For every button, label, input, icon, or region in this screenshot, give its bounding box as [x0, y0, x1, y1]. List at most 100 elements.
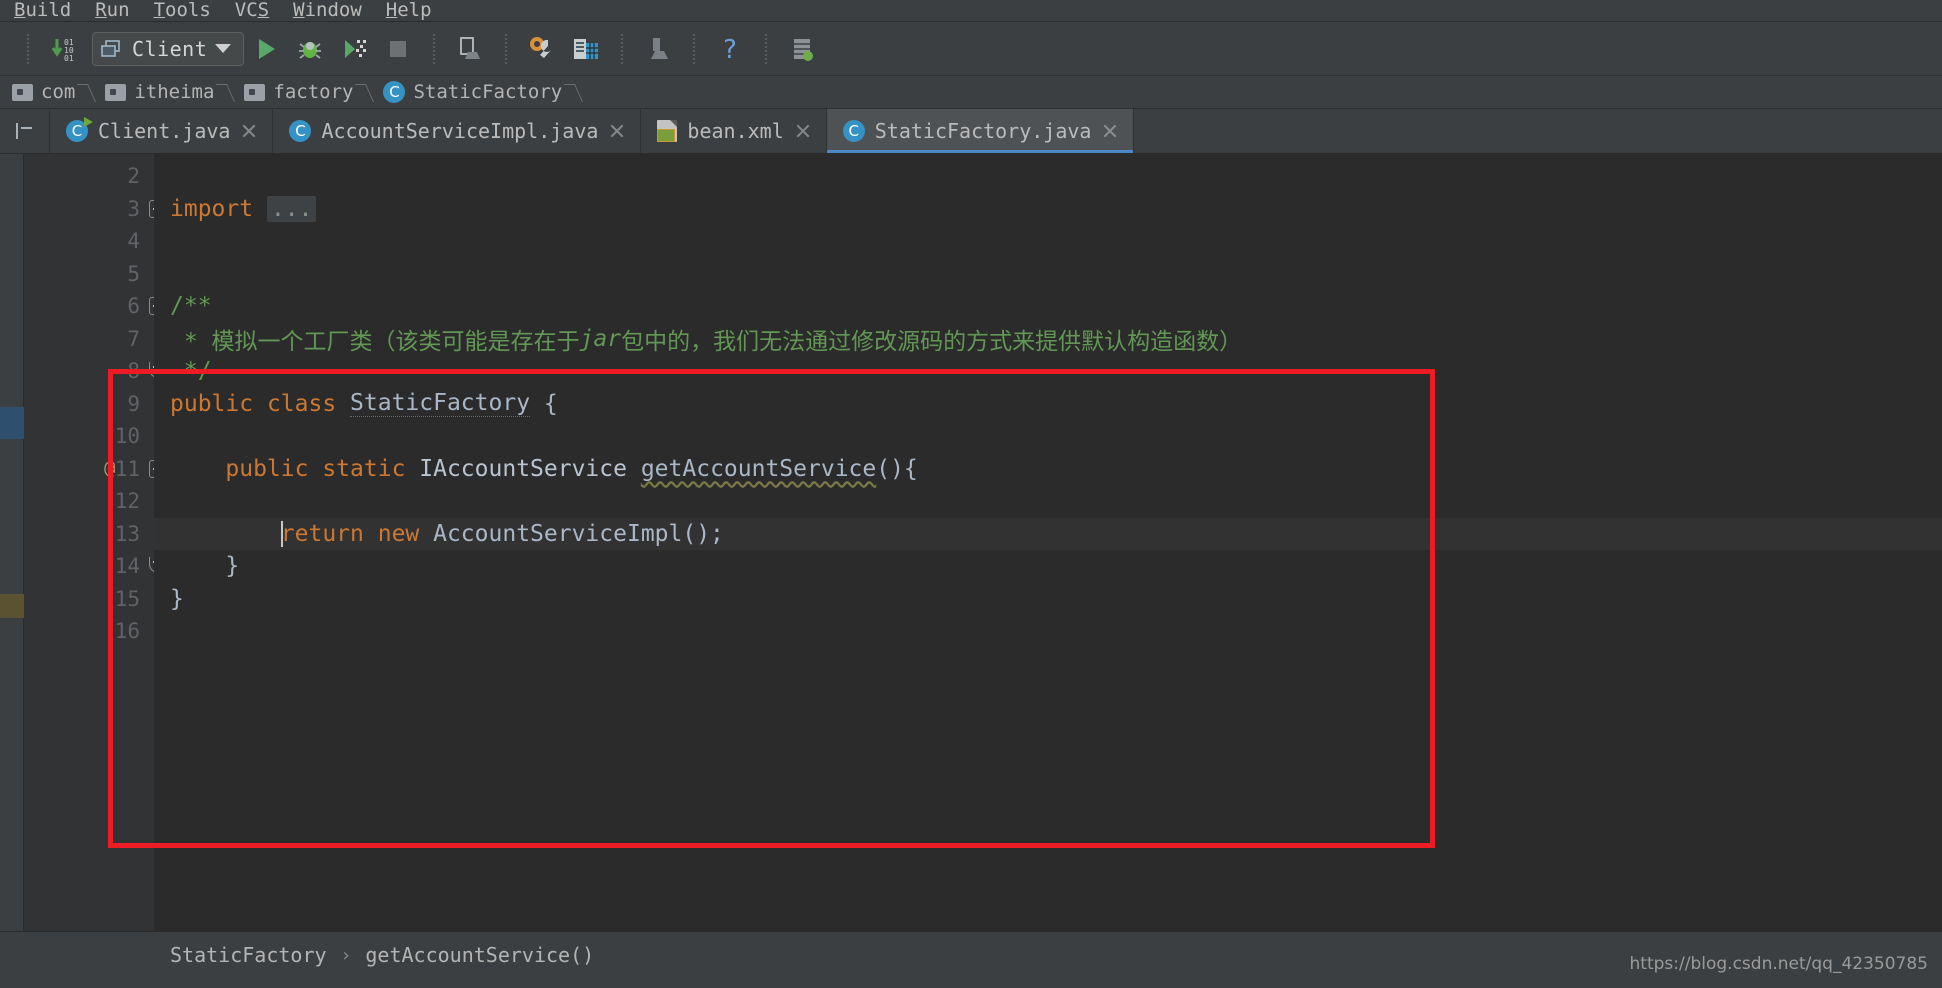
gutter-line-6[interactable]: 6 — [24, 290, 167, 323]
settings-icon[interactable] — [520, 29, 564, 69]
breadcrumb-item-staticfactory[interactable]: C StaticFactory — [375, 76, 566, 109]
code-token: } — [170, 585, 184, 612]
code-token: public — [225, 455, 323, 482]
code-line-6[interactable]: /** — [154, 290, 1942, 323]
tab-label: StaticFactory.java — [874, 119, 1092, 143]
breadcrumb-class[interactable]: StaticFactory — [170, 943, 327, 967]
gutter-line-5[interactable]: 5 — [24, 258, 154, 291]
gutter-line-2[interactable]: 2 — [24, 160, 154, 193]
class-icon: C — [842, 120, 865, 142]
code-line-10[interactable] — [154, 420, 1942, 453]
left-tool-strip — [0, 154, 24, 931]
menu-bar: Build Run Tools VCS Window Help — [0, 0, 1942, 22]
search-everywhere-icon — [636, 29, 680, 69]
close-icon[interactable] — [608, 122, 626, 140]
help-icon[interactable]: ? — [708, 29, 752, 69]
line-number: 13 — [114, 521, 140, 546]
run-configuration-selector[interactable]: Client — [92, 31, 244, 66]
toolbar-separator — [693, 33, 695, 64]
application-icon — [101, 39, 120, 57]
chevron-right-icon — [218, 76, 236, 109]
gutter-line-12[interactable]: 12 — [24, 485, 154, 518]
line-number: 5 — [127, 261, 140, 286]
menu-item-tools[interactable]: Tools — [148, 0, 229, 21]
menu-item-run[interactable]: Run — [89, 0, 147, 21]
gutter-line-14[interactable]: 14 — [24, 550, 167, 583]
tab-label: bean.xml — [687, 119, 784, 143]
debug-icon[interactable] — [288, 29, 332, 69]
toolbar-separator — [621, 33, 623, 64]
breadcrumb-item-factory[interactable]: factory — [236, 76, 357, 109]
gutter-line-4[interactable]: 4 — [24, 225, 154, 258]
gutter-line-7[interactable]: 7 — [24, 323, 154, 356]
chevron-right-icon — [357, 76, 375, 109]
code-line-16[interactable] — [154, 615, 1942, 648]
chevron-down-icon[interactable] — [215, 44, 232, 53]
sdk-manager-icon[interactable] — [564, 29, 608, 69]
editor-code[interactable]: import ... /** * 模拟一个工厂类（该类可能是存在于 jar 包中的，我… — [154, 154, 1942, 931]
close-icon[interactable] — [240, 122, 258, 140]
tab-bean-xml[interactable]: bean.xml — [641, 109, 827, 153]
close-icon[interactable] — [1101, 122, 1119, 140]
code-token: return — [280, 520, 378, 547]
run-icon[interactable] — [244, 29, 288, 69]
collapse-panel-icon[interactable] — [14, 120, 36, 142]
breadcrumb-item-com[interactable]: com — [4, 76, 79, 109]
code-line-8[interactable]: */ — [154, 355, 1942, 388]
code-line-3[interactable]: import ... — [154, 193, 1942, 226]
toolbar-separator — [27, 33, 29, 64]
code-line-5[interactable] — [154, 258, 1942, 291]
gutter-line-11[interactable]: @11 — [24, 453, 167, 486]
code-token: jar — [579, 325, 622, 352]
close-icon[interactable] — [794, 122, 812, 140]
watermark-url: https://blog.csdn.net/qq_42350785 — [1629, 954, 1928, 974]
menu-item-window[interactable]: Window — [287, 0, 380, 21]
menu-item-help[interactable]: Help — [380, 0, 450, 21]
tab-staticfactory-java[interactable]: C StaticFactory.java — [826, 109, 1135, 153]
update-project-icon[interactable]: 01 10 01 — [42, 29, 86, 69]
change-marker-modified — [0, 407, 24, 439]
code-line-12[interactable] — [154, 485, 1942, 518]
tab-accountserviceimpl-java[interactable]: C AccountServiceImpl.java — [273, 109, 642, 153]
code-line-9[interactable]: public class StaticFactory { — [154, 388, 1942, 421]
folder-icon — [105, 83, 127, 101]
code-line-11[interactable]: public static IAccountService getAccount… — [154, 453, 1942, 486]
run-with-coverage-icon[interactable] — [332, 29, 376, 69]
code-line-15[interactable]: } — [154, 583, 1942, 616]
gutter-line-9[interactable]: 9 — [24, 388, 154, 421]
code-token: AccountServiceImpl(); — [433, 520, 724, 547]
tab-client-java[interactable]: C Client.java — [50, 109, 274, 153]
project-structure-icon[interactable] — [448, 29, 492, 69]
gutter-line-16[interactable]: 16 — [24, 615, 154, 648]
code-line-13[interactable]: return new AccountServiceImpl(); — [154, 517, 1942, 550]
gutter-line-15[interactable]: 15 — [24, 583, 154, 616]
breadcrumb-item-itheima[interactable]: itheima — [97, 76, 218, 109]
code-line-14[interactable]: } — [154, 550, 1942, 583]
menu-item-build[interactable]: Build — [8, 0, 89, 21]
toolbar-separator — [765, 33, 767, 64]
toolbar-separator — [433, 33, 435, 64]
editor-gutter[interactable]: 2 3 4 5 6 7 8 9 10 @11 12 13 14 15 16 — [24, 154, 167, 931]
editor-breadcrumb-bar: StaticFactory › getAccountService() http… — [0, 931, 1942, 978]
code-line-4[interactable] — [154, 225, 1942, 258]
breadcrumb-method[interactable]: getAccountService() — [365, 943, 594, 967]
main-toolbar: 01 10 01 Client ? — [0, 22, 1942, 76]
folder-icon — [244, 83, 266, 101]
line-number: 6 — [127, 294, 140, 319]
code-token: static — [322, 455, 420, 482]
line-number: 14 — [114, 554, 140, 579]
code-line-2[interactable] — [154, 160, 1942, 193]
gutter-line-13[interactable]: 13 — [24, 518, 154, 551]
line-number: 9 — [127, 391, 140, 416]
database-icon[interactable] — [780, 29, 824, 69]
gutter-line-3[interactable]: 3 — [24, 193, 167, 226]
code-token: } — [170, 553, 240, 580]
menu-item-vcs[interactable]: VCS — [229, 0, 287, 21]
hide-tool-windows-button[interactable] — [0, 109, 50, 153]
code-line-7[interactable]: * 模拟一个工厂类（该类可能是存在于 jar 包中的，我们无法通过修改源码的方式来提… — [154, 323, 1942, 356]
gutter-line-10[interactable]: 10 — [24, 420, 154, 453]
gutter-line-8[interactable]: 8 — [24, 355, 167, 388]
line-number: 12 — [114, 489, 140, 514]
